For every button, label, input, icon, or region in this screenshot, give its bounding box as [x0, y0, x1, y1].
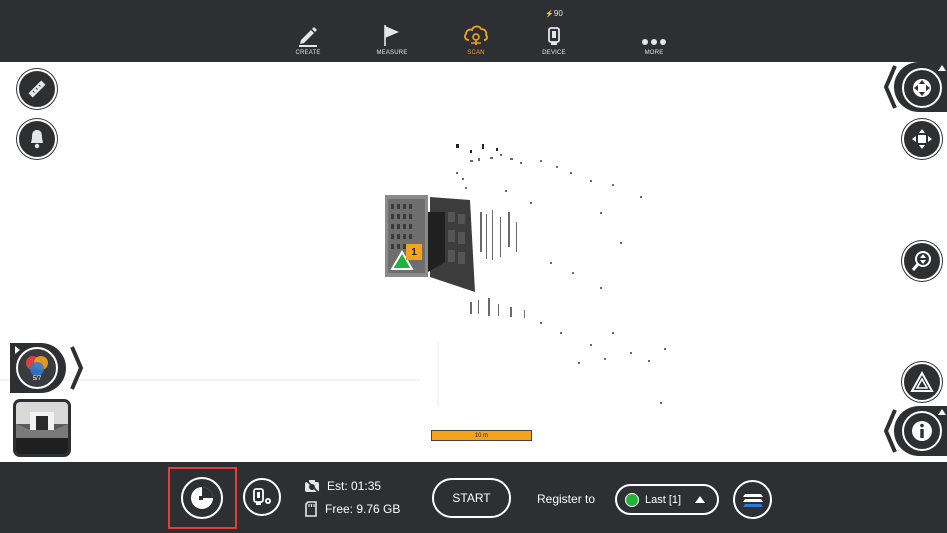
- free-space-label: Free: 9.76 GB: [325, 502, 401, 516]
- panorama-thumbnail[interactable]: [13, 399, 71, 457]
- caret-up-icon: [695, 496, 706, 503]
- info-icon: [912, 421, 932, 441]
- stacked-layers-icon: [742, 493, 763, 507]
- storage-row: Free: 9.76 GB: [304, 501, 400, 517]
- zoom-icon: [911, 251, 931, 271]
- estimate-label: Est: 01:35: [327, 479, 382, 493]
- color-layers-icon: [26, 355, 48, 376]
- scan-marker-number: 1: [411, 246, 417, 258]
- battery-level: ⚡90: [545, 9, 563, 18]
- tool-device[interactable]: ⚡90 DEVICE: [519, 0, 589, 62]
- scale-label: 10 m: [474, 432, 489, 439]
- panorama-image: [16, 402, 68, 454]
- scan-layers-button[interactable]: [733, 480, 772, 519]
- chevron-left-icon: [883, 65, 897, 109]
- device-settings-button[interactable]: [243, 478, 281, 516]
- sd-card-icon: [305, 501, 317, 517]
- pencil-icon: [299, 27, 317, 47]
- scan-coverage-icon: [191, 487, 213, 509]
- point-cloud-view[interactable]: 1: [0, 62, 947, 462]
- camera-off-icon: [305, 479, 319, 493]
- tool-create-label: CREATE: [295, 50, 321, 56]
- scanner-device-icon: [548, 27, 560, 45]
- chevron-left-icon: [883, 409, 897, 453]
- top-toolbar: CREATE MEASURE SCAN ⚡90 DEVICE MORE: [0, 0, 947, 62]
- device-settings-icon: [253, 488, 271, 505]
- chevron-right-icon: [70, 346, 84, 390]
- register-to-label: Register to: [537, 492, 596, 506]
- measure-ruler-button[interactable]: [17, 69, 57, 109]
- cloud-scan-icon: [464, 25, 488, 45]
- perspective-icon: [910, 371, 934, 392]
- pan-navigation-button[interactable]: [902, 68, 942, 108]
- more-dots-icon: [642, 39, 666, 45]
- register-target-select[interactable]: Last [1]: [615, 484, 719, 515]
- point-cloud: [0, 144, 666, 407]
- start-button[interactable]: START: [432, 478, 511, 518]
- register-status-dot: [625, 492, 639, 507]
- zoom-button[interactable]: [902, 241, 942, 281]
- nav-collapse-arrow-icon: [938, 65, 946, 71]
- info-collapse-arrow-icon: [938, 409, 946, 415]
- notifications-button[interactable]: [17, 119, 57, 159]
- scan-marker-badge[interactable]: 1: [406, 244, 422, 260]
- tool-more-label: MORE: [644, 50, 664, 56]
- pan-navigation-icon: [913, 79, 931, 97]
- scale-bar: 10 m: [431, 430, 532, 441]
- scan-settings-button[interactable]: [181, 477, 223, 519]
- register-value: Last [1]: [645, 493, 682, 506]
- estimate-row: Est: 01:35: [304, 479, 381, 493]
- tool-more[interactable]: MORE: [619, 0, 689, 62]
- tool-scan[interactable]: SCAN: [441, 0, 511, 62]
- ruler-icon: [28, 80, 46, 98]
- start-label: START: [452, 491, 491, 505]
- bell-icon: [31, 130, 43, 149]
- layers-button[interactable]: 5/7: [16, 347, 58, 389]
- fit-view-icon: [912, 129, 932, 149]
- tool-scan-label: SCAN: [467, 50, 485, 56]
- perspective-button[interactable]: [902, 362, 942, 402]
- fit-view-button[interactable]: [902, 119, 942, 159]
- tool-measure-label: MEASURE: [376, 50, 408, 56]
- layers-count: 5/7: [32, 375, 42, 382]
- tool-measure[interactable]: MEASURE: [357, 0, 427, 62]
- app-window: CREATE MEASURE SCAN ⚡90 DEVICE MORE 1 5/…: [0, 0, 947, 533]
- info-button[interactable]: [902, 411, 942, 451]
- expand-arrow-icon: [15, 346, 20, 354]
- tool-device-label: DEVICE: [542, 50, 566, 56]
- tool-create[interactable]: CREATE: [273, 0, 343, 62]
- flag-icon: [384, 25, 399, 46]
